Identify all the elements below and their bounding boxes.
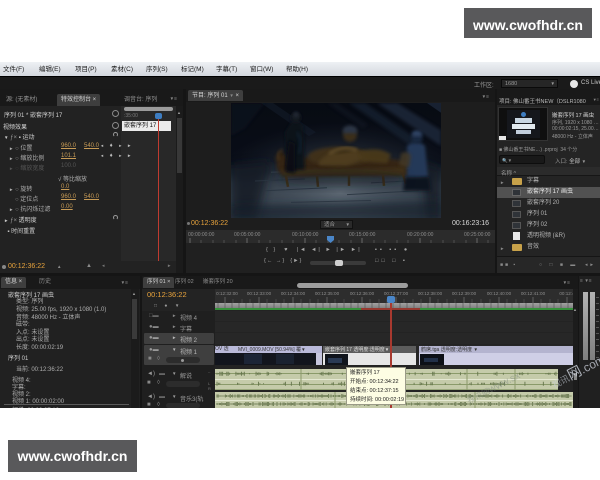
- svg-text:00:12:39:00: 00:12:39:00: [452, 291, 477, 296]
- svg-text:00:20:00:00: 00:20:00:00: [407, 232, 434, 238]
- svg-text:00:00:00:00: 00:00:00:00: [188, 232, 215, 238]
- svg-text:00:12:35:00: 00:12:35:00: [315, 291, 340, 296]
- svg-text:00:12:38:00: 00:12:38:00: [418, 291, 443, 296]
- svg-text:00:05:00:00: 00:05:00:00: [234, 232, 261, 238]
- svg-text:00:12:33:00: 00:12:33:00: [247, 291, 272, 296]
- svg-text:00:12:36:00: 00:12:36:00: [350, 291, 375, 296]
- svg-text:00:12:4: 00:12:4: [559, 291, 573, 296]
- svg-text:0:12:32:00: 0:12:32:00: [216, 291, 238, 296]
- svg-text:00:15:00:00: 00:15:00:00: [349, 232, 376, 238]
- svg-text:00:25:00:00: 00:25:00:00: [464, 232, 491, 238]
- svg-text:00:12:40:00: 00:12:40:00: [487, 291, 512, 296]
- svg-text:00:12:34:00: 00:12:34:00: [281, 291, 306, 296]
- svg-text:00:10:00:00: 00:10:00:00: [292, 232, 319, 238]
- svg-text:00:12:41:00: 00:12:41:00: [521, 291, 546, 296]
